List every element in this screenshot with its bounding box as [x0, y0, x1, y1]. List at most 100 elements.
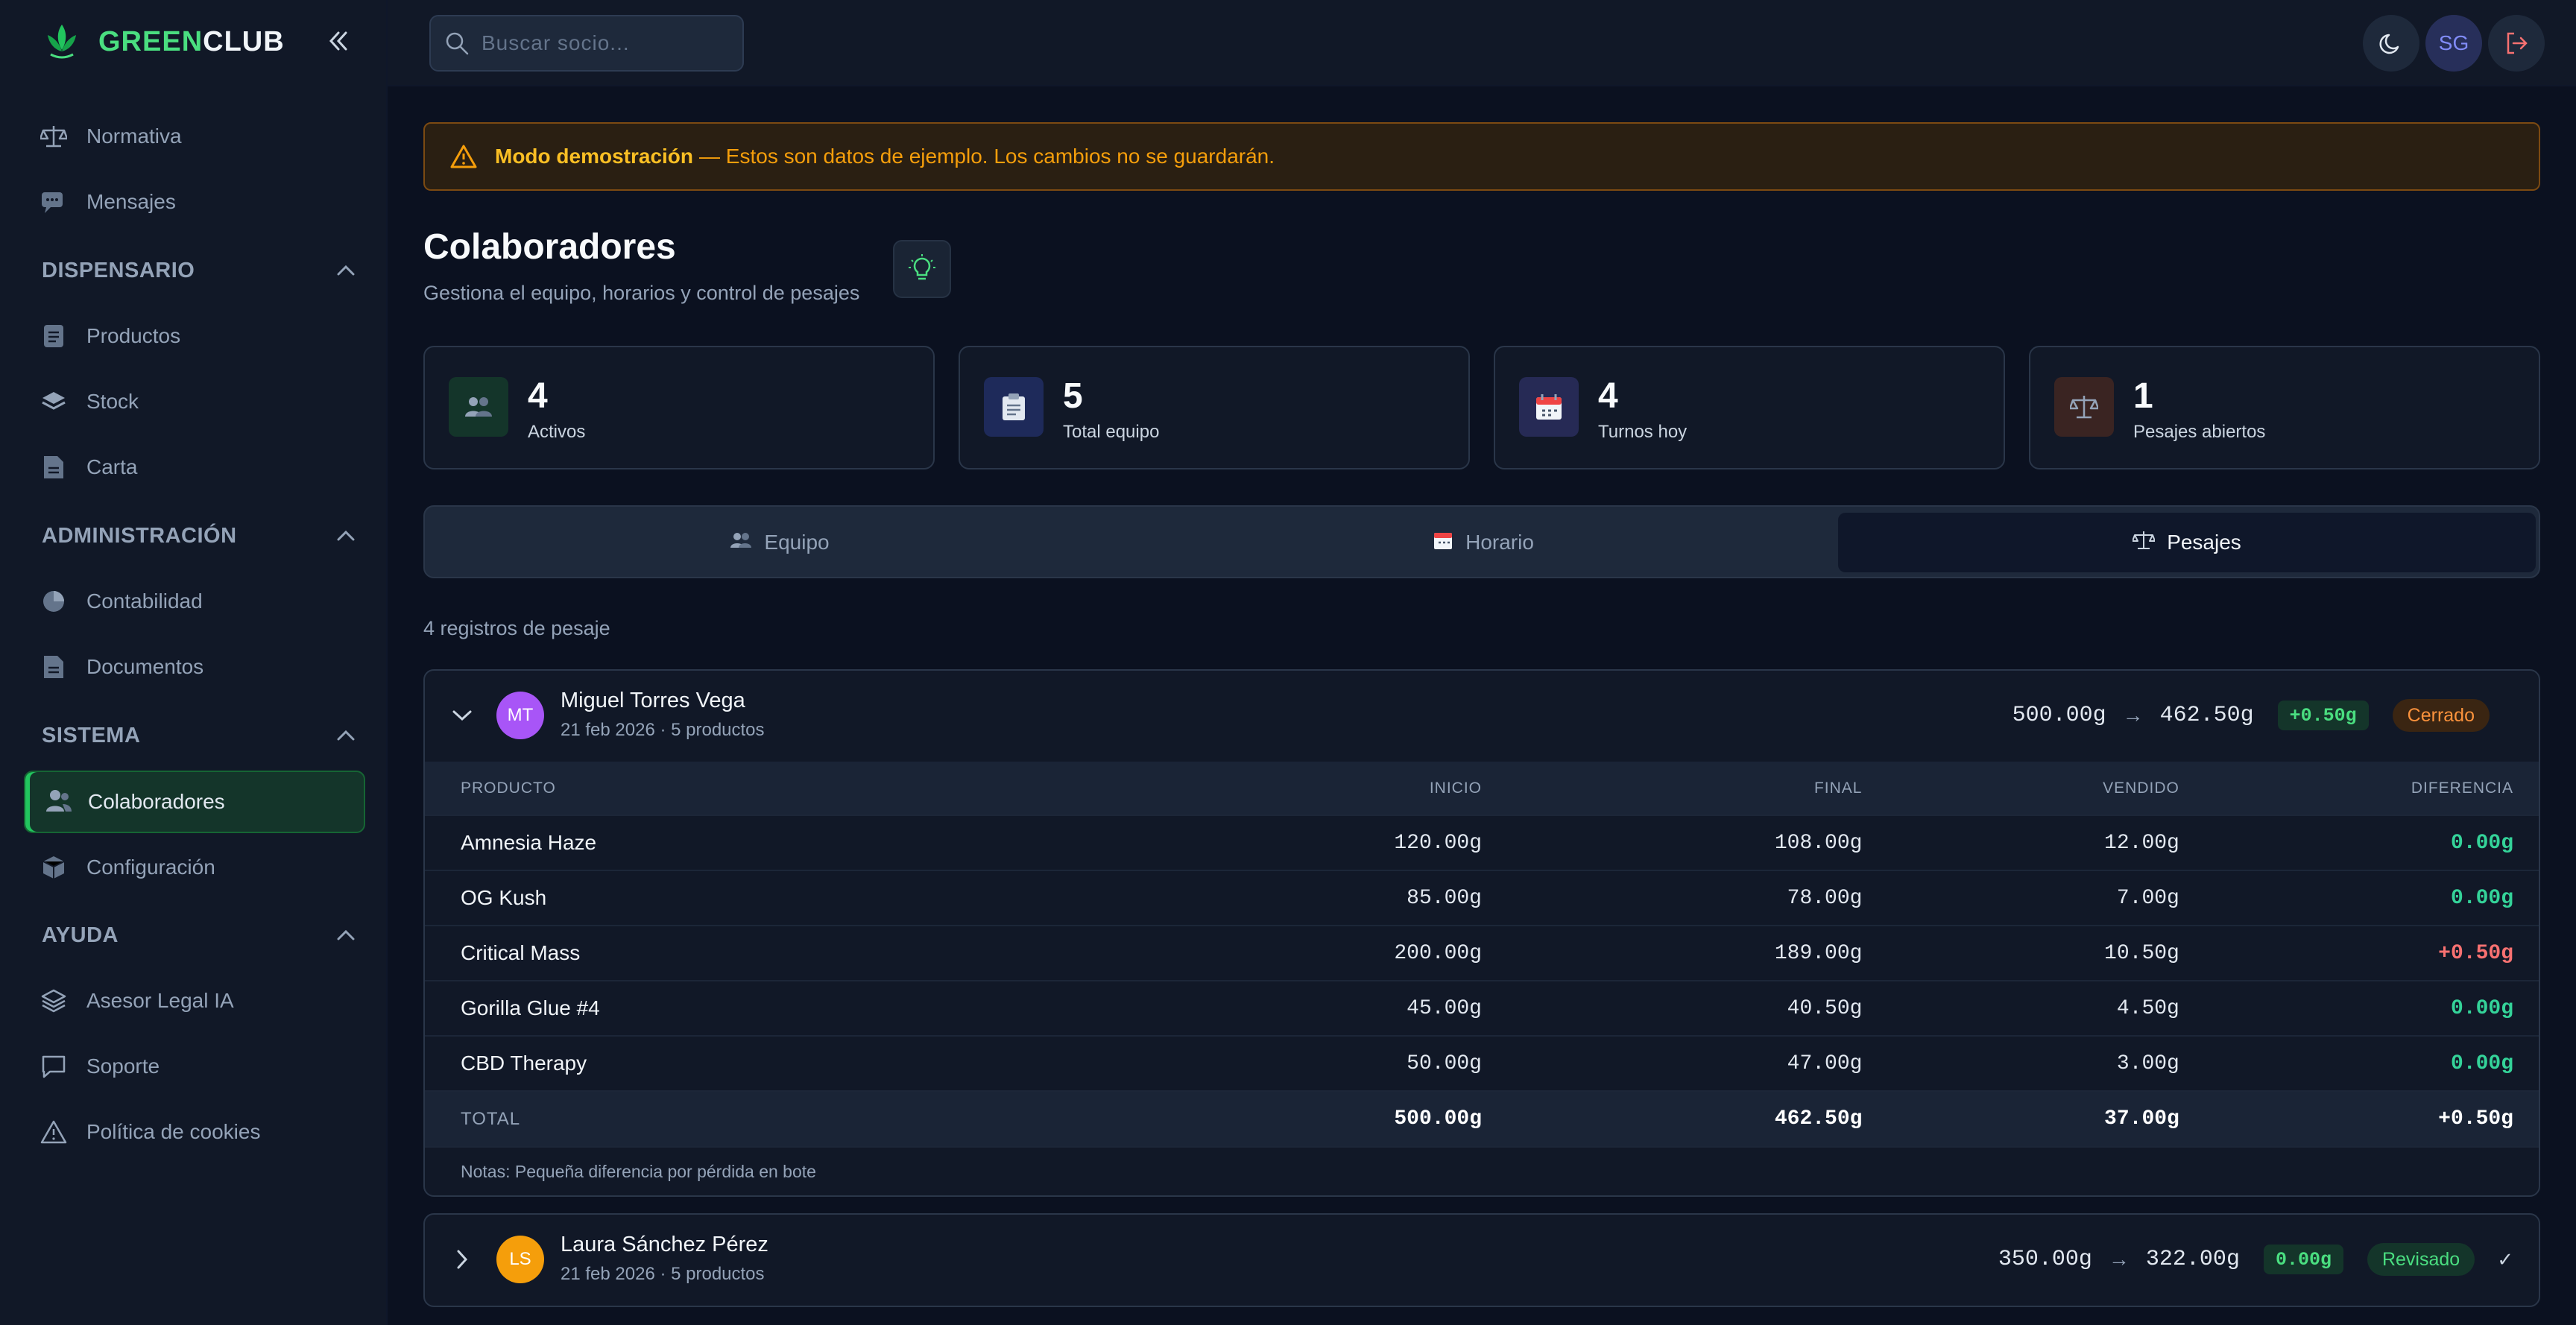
sidebar-item-colaboradores[interactable]: Colaboradores	[24, 771, 365, 833]
search-box[interactable]	[429, 15, 744, 72]
calendar-icon	[1433, 530, 1453, 556]
record-meta: 21 feb 2026 · 5 productos	[561, 720, 765, 740]
sidebar-item-soporte[interactable]: Soporte	[39, 1044, 367, 1089]
stat-value: 5	[1063, 376, 1083, 416]
users-icon	[730, 531, 752, 554]
chevron-up-icon	[337, 531, 355, 541]
tab-label: Pesajes	[2167, 531, 2241, 554]
avatar: MT	[496, 692, 544, 739]
tab-pesajes[interactable]: Pesajes	[1838, 513, 2536, 572]
stat-label: Turnos hoy	[1598, 422, 1688, 442]
weighing-record: MT Miguel Torres Vega 21 feb 2026 · 5 pr…	[423, 669, 2540, 1197]
page-title: Colaboradores	[423, 227, 676, 267]
lightbulb-icon	[909, 254, 935, 280]
tab-equipo[interactable]: Equipo	[431, 513, 1128, 572]
theme-toggle-button[interactable]	[2363, 15, 2419, 72]
pie-chart-icon	[39, 586, 69, 616]
stat-value: 4	[528, 376, 548, 416]
check-icon[interactable]: ✓	[2497, 1248, 2513, 1271]
brand-name: GREENCLUB	[98, 26, 285, 58]
sidebar-item-contabilidad[interactable]: Contabilidad	[39, 579, 367, 624]
stat-value: 1	[2133, 376, 2153, 416]
users-icon	[45, 788, 72, 817]
sidebar-item-mensajes[interactable]: Mensajes	[39, 180, 367, 224]
cell-end: 189.00g	[1774, 941, 1863, 965]
record-notes: Notas: Pequeña diferencia por pérdida en…	[425, 1146, 2539, 1195]
chat-icon	[39, 187, 69, 217]
sidebar-item-label: Productos	[86, 324, 181, 347]
sidebar-item-normativa[interactable]: Normativa	[39, 114, 367, 159]
cell-start: 120.00g	[1394, 831, 1482, 855]
stat-label: Total equipo	[1063, 422, 1160, 442]
record-summary: 350.00g → 322.00g 0.00g Revisado ✓	[1998, 1240, 2516, 1279]
arrow-right-icon: →	[2108, 1247, 2130, 1271]
sidebar-item-asesor-legal[interactable]: Asesor Legal IA	[39, 978, 367, 1023]
sidebar-item-carta[interactable]: Carta	[39, 445, 367, 490]
sidebar-item-label: Stock	[86, 390, 139, 413]
sidebar-section-title: SISTEMA	[42, 723, 141, 747]
tips-button[interactable]	[893, 240, 951, 298]
page-subtitle: Gestiona el equipo, horarios y control d…	[423, 282, 860, 304]
cell-start: 45.00g	[1407, 996, 1482, 1020]
cell-diff: +0.50g	[2438, 941, 2513, 965]
sidebar-item-label: Asesor Legal IA	[86, 989, 234, 1012]
sidebar-item-productos[interactable]: Productos	[39, 314, 367, 358]
record-start-weight: 500.00g	[2012, 703, 2106, 728]
cell-product: Gorilla Glue #4	[461, 996, 600, 1019]
user-avatar[interactable]: SG	[2425, 15, 2482, 72]
weighing-table: PRODUCTO INICIO FINAL VENDIDO DIFERENCIA…	[425, 762, 2539, 1146]
weighing-record: LS Laura Sánchez Pérez 21 feb 2026 · 5 p…	[423, 1213, 2540, 1307]
cell-start: 85.00g	[1407, 886, 1482, 910]
brand[interactable]: GREENCLUB	[40, 18, 285, 66]
arrow-right-icon: →	[2122, 703, 2144, 727]
chevron-down-icon[interactable]	[447, 701, 477, 730]
chevrons-left-icon	[329, 31, 347, 51]
tab-label: Equipo	[764, 531, 830, 554]
sidebar-item-label: Contabilidad	[86, 589, 203, 613]
cell-total-diff: +0.50g	[2438, 1107, 2513, 1130]
logout-button[interactable]	[2488, 15, 2545, 72]
record-end-weight: 322.00g	[2145, 1247, 2240, 1272]
search-icon	[446, 32, 469, 55]
cell-sold: 4.50g	[2116, 996, 2179, 1020]
cube-icon	[39, 853, 69, 882]
record-header[interactable]: LS Laura Sánchez Pérez 21 feb 2026 · 5 p…	[425, 1215, 2539, 1306]
chevron-up-icon	[337, 265, 355, 276]
sidebar-item-label: Carta	[86, 455, 138, 478]
status-badge: Revisado	[2367, 1243, 2475, 1276]
sidebar-section-administracion[interactable]: ADMINISTRACIÓN	[42, 517, 355, 554]
sidebar-section-dispensario[interactable]: DISPENSARIO	[42, 252, 355, 289]
stat-card-pesajes-abiertos: 1 Pesajes abiertos	[2029, 346, 2540, 469]
cell-end: 108.00g	[1774, 831, 1863, 855]
record-summary: 500.00g → 462.50g +0.50g Cerrado	[2012, 696, 2516, 735]
tab-horario[interactable]: Horario	[1134, 513, 1832, 572]
moon-icon	[2379, 34, 2399, 54]
table-total-row: TOTAL 500.00g 462.50g 37.00g +0.50g	[425, 1091, 2539, 1146]
sidebar-section-ayuda[interactable]: AYUDA	[42, 917, 355, 954]
record-header[interactable]: MT Miguel Torres Vega 21 feb 2026 · 5 pr…	[425, 671, 2539, 762]
cell-diff: 0.00g	[2450, 996, 2513, 1020]
sidebar-item-label: Soporte	[86, 1054, 160, 1078]
record-name: Laura Sánchez Pérez	[561, 1233, 768, 1256]
search-input[interactable]	[482, 31, 720, 55]
brand-name-green: GREEN	[98, 25, 203, 57]
record-diff-badge: 0.00g	[2263, 1245, 2343, 1274]
sidebar-item-stock[interactable]: Stock	[39, 379, 367, 424]
sidebar-item-label: Documentos	[86, 655, 204, 678]
warning-icon	[450, 145, 477, 168]
sidebar-item-configuracion[interactable]: Configuración	[39, 845, 367, 890]
sidebar-item-documentos[interactable]: Documentos	[39, 645, 367, 689]
table-row: OG Kush 85.00g 78.00g 7.00g 0.00g	[425, 870, 2539, 926]
cell-diff: 0.00g	[2450, 831, 2513, 855]
column-header: VENDIDO	[2103, 779, 2179, 797]
collapse-sidebar-button[interactable]	[322, 22, 355, 60]
chevron-right-icon[interactable]	[447, 1245, 477, 1274]
sidebar-item-cookies[interactable]: Política de cookies	[39, 1110, 367, 1154]
stat-label: Pesajes abiertos	[2133, 422, 2266, 442]
sidebar: GREENCLUB Normativa Mensajes DISPENSARIO…	[0, 0, 388, 1325]
users-icon	[449, 377, 508, 437]
table-row: Amnesia Haze 120.00g 108.00g 12.00g 0.00…	[425, 815, 2539, 870]
chevron-up-icon	[337, 730, 355, 741]
sidebar-section-sistema[interactable]: SISTEMA	[42, 717, 355, 754]
stat-card-total-equipo: 5 Total equipo	[959, 346, 1470, 469]
